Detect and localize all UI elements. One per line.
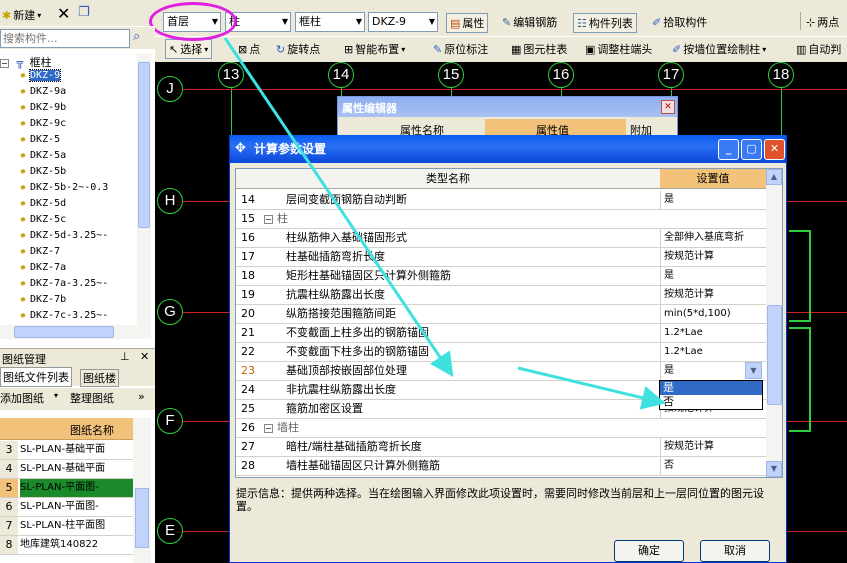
annotation-arrows — [223, 37, 666, 410]
annotation-arrow-1 — [223, 37, 454, 377]
annotation-arrow-2 — [517, 366, 666, 410]
